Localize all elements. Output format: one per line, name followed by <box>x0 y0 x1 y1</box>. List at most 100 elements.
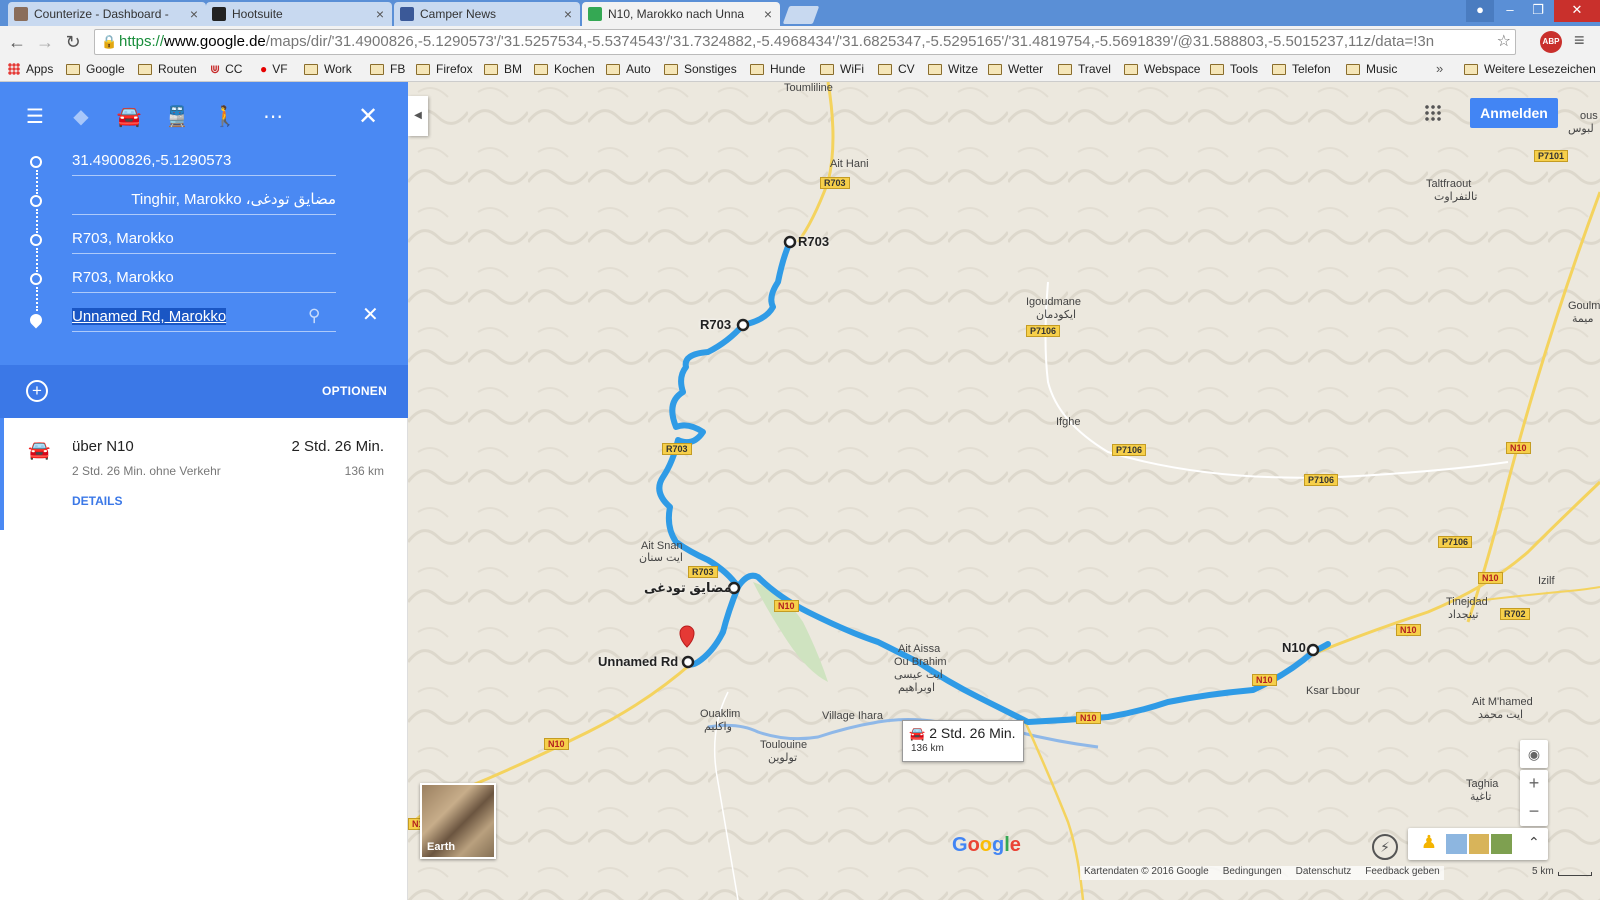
close-directions-icon[interactable]: ✕ <box>358 104 378 130</box>
bookmark-fb[interactable]: FB <box>370 62 405 76</box>
map-layers-thumbnails[interactable] <box>1446 834 1513 854</box>
best-route-icon[interactable]: ◆ <box>68 104 94 130</box>
bookmarks-overflow-button[interactable]: » <box>1436 61 1443 76</box>
tab-counterize[interactable]: Counterize - Dashboard - × <box>8 2 206 26</box>
directions-header: ☰ ◆ 🚘 🚆 🚶 ⋯ ✕ 31.4900826,-5.1290573 Ting… <box>0 82 408 365</box>
bookmark-sonstiges[interactable]: Sonstiges <box>664 62 737 76</box>
tab-close-icon[interactable]: × <box>764 6 772 22</box>
waypoint-marker-n10[interactable] <box>1306 643 1320 657</box>
place-label: ميمة <box>1572 313 1594 325</box>
search-icon[interactable]: ⚲ <box>308 306 320 326</box>
address-bar[interactable]: 🔒 https://www.google.de/maps/dir/'31.4900… <box>94 29 1516 55</box>
waypoint-input-3[interactable]: R703, Marokko <box>72 228 336 254</box>
pegman-icon[interactable]: ♟ <box>1416 832 1442 862</box>
car-mode-icon[interactable]: 🚘 <box>116 104 142 130</box>
tab-camper-news[interactable]: Camper News × <box>394 2 580 26</box>
bookmark-wetter[interactable]: Wetter <box>988 62 1043 76</box>
bookmark-vf[interactable]: ● VF <box>260 62 288 76</box>
bookmark-telefon[interactable]: Telefon <box>1272 62 1331 76</box>
layer-thumb[interactable] <box>1446 834 1467 854</box>
bookmark-cc[interactable]: ⋓ CC <box>210 62 242 76</box>
more-modes-icon[interactable]: ⋯ <box>260 104 286 130</box>
waypoint-input-5[interactable]: Unnamed Rd, Marokko <box>72 306 336 332</box>
transit-mode-icon[interactable]: 🚆 <box>164 104 190 130</box>
bookmark-tools[interactable]: Tools <box>1210 62 1258 76</box>
bookmark-cv[interactable]: CV <box>878 62 915 76</box>
add-destination-icon[interactable]: + <box>26 380 48 402</box>
bookmark-other[interactable]: Weitere Lesezeichen <box>1464 62 1596 76</box>
road-shield: N10 <box>1506 442 1531 454</box>
sign-in-button[interactable]: Anmelden <box>1470 98 1558 128</box>
bookmark-google[interactable]: Google <box>66 62 125 76</box>
tab-close-icon[interactable]: × <box>190 6 198 22</box>
collapse-panel-button[interactable]: ◀ <box>408 96 428 136</box>
bookmark-apps[interactable]: Apps <box>8 62 53 76</box>
adblock-plus-icon[interactable]: ABP <box>1540 31 1562 53</box>
bookmark-music[interactable]: Music <box>1346 62 1397 76</box>
bookmark-firefox[interactable]: Firefox <box>416 62 473 76</box>
bookmark-travel[interactable]: Travel <box>1058 62 1111 76</box>
place-label: اوبراهيم <box>898 682 935 694</box>
route-details-link[interactable]: DETAILS <box>72 494 122 508</box>
zoom-control: + − <box>1520 770 1548 826</box>
place-label: Ait Hani <box>830 158 869 170</box>
place-label: Ifghe <box>1056 416 1081 428</box>
route-time-callout[interactable]: 🚘 2 Std. 26 Min. 136 km <box>902 720 1024 762</box>
close-window-button[interactable]: ✕ <box>1554 0 1600 22</box>
layer-thumb[interactable] <box>1491 834 1513 854</box>
bookmark-witze[interactable]: Witze <box>928 62 978 76</box>
privacy-link[interactable]: Datenschutz <box>1296 866 1352 880</box>
back-button[interactable]: ← <box>6 31 28 53</box>
bookmark-bm[interactable]: BM <box>484 62 522 76</box>
bookmark-work[interactable]: Work <box>304 62 352 76</box>
options-button[interactable]: OPTIONEN <box>322 384 387 398</box>
walking-mode-icon[interactable]: 🚶 <box>212 104 238 130</box>
waypoint-marker-r703-north[interactable] <box>783 235 797 249</box>
bookmark-auto[interactable]: Auto <box>606 62 651 76</box>
tab-close-icon[interactable]: × <box>376 6 384 22</box>
google-apps-icon[interactable] <box>1424 104 1442 122</box>
scale-bar <box>1558 872 1592 876</box>
maximize-button[interactable]: ❐ <box>1524 0 1552 22</box>
forward-button[interactable]: → <box>34 31 56 53</box>
waypoint-dot-icon <box>30 273 42 285</box>
bookmark-routen[interactable]: Routen <box>138 62 197 76</box>
new-tab-button[interactable] <box>782 6 820 24</box>
car-icon: 🚘 <box>909 726 926 741</box>
my-location-icon[interactable]: ◉ <box>1520 741 1548 767</box>
reload-button[interactable]: ↻ <box>62 31 84 53</box>
waypoint-input-1[interactable]: 31.4900826,-5.1290573 <box>72 150 336 176</box>
terms-link[interactable]: Bedingungen <box>1223 866 1282 880</box>
feedback-link[interactable]: Feedback geben <box>1365 866 1440 880</box>
place-label: Tinejdad <box>1446 596 1488 608</box>
chrome-menu-icon[interactable]: ≡ <box>1574 30 1585 51</box>
layer-thumb[interactable] <box>1468 834 1490 854</box>
zoom-in-button[interactable]: + <box>1520 770 1548 796</box>
earth-view-toggle[interactable]: Earth <box>420 783 496 859</box>
tab-google-maps[interactable]: N10, Marokko nach Unna × <box>582 2 780 26</box>
bookmark-wifi[interactable]: WiFi <box>820 62 864 76</box>
bookmark-kochen[interactable]: Kochen <box>534 62 595 76</box>
route-option[interactable]: 🚘 über N10 2 Std. 26 Min. 2 Std. 26 Min.… <box>0 418 408 530</box>
user-profile-icon[interactable]: ● <box>1466 0 1494 22</box>
tab-title: N10, Marokko nach Unna <box>608 7 745 21</box>
waypoint-marker-unnamed-rd[interactable] <box>681 655 695 669</box>
minimize-button[interactable]: – <box>1496 0 1524 22</box>
waypoint-input-4[interactable]: R703, Marokko <box>72 267 336 293</box>
waypoint-input-2[interactable]: Tinghir, Marokko ،مضايق تودغى <box>72 189 336 215</box>
remove-waypoint-icon[interactable]: ✕ <box>362 302 379 327</box>
road-shield: R702 <box>1500 608 1530 620</box>
bookmark-webspace[interactable]: Webspace <box>1124 62 1200 76</box>
bookmark-star-icon[interactable]: ☆ <box>1497 30 1511 54</box>
map-canvas[interactable]: ◀ Toumliline Ait Hani Taltfraout تالتفرا… <box>408 82 1600 900</box>
lite-mode-icon[interactable]: ⚡ <box>1372 834 1398 860</box>
route-traffic-note: 2 Std. 26 Min. ohne Verkehr <box>72 464 221 478</box>
tab-hootsuite[interactable]: Hootsuite × <box>206 2 392 26</box>
tab-close-icon[interactable]: × <box>564 6 572 22</box>
waypoint-marker-r703-south[interactable] <box>736 318 750 332</box>
menu-icon[interactable]: ☰ <box>22 104 48 130</box>
chevron-up-icon[interactable]: ⌃ <box>1528 834 1540 851</box>
zoom-out-button[interactable]: − <box>1520 798 1548 824</box>
bookmark-hunde[interactable]: Hunde <box>750 62 805 76</box>
bookmark-label: Music <box>1366 62 1398 76</box>
